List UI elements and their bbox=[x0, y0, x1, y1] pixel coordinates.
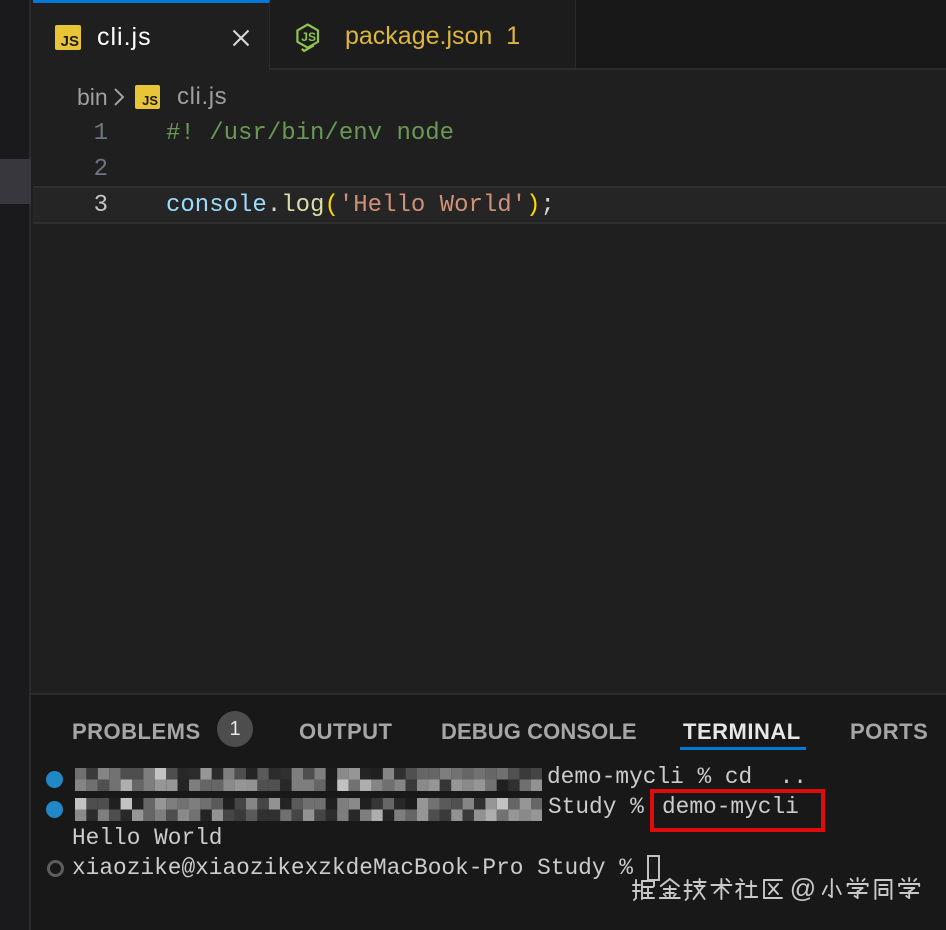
svg-text:JS: JS bbox=[301, 30, 316, 44]
svg-text:@: @ bbox=[790, 875, 816, 903]
